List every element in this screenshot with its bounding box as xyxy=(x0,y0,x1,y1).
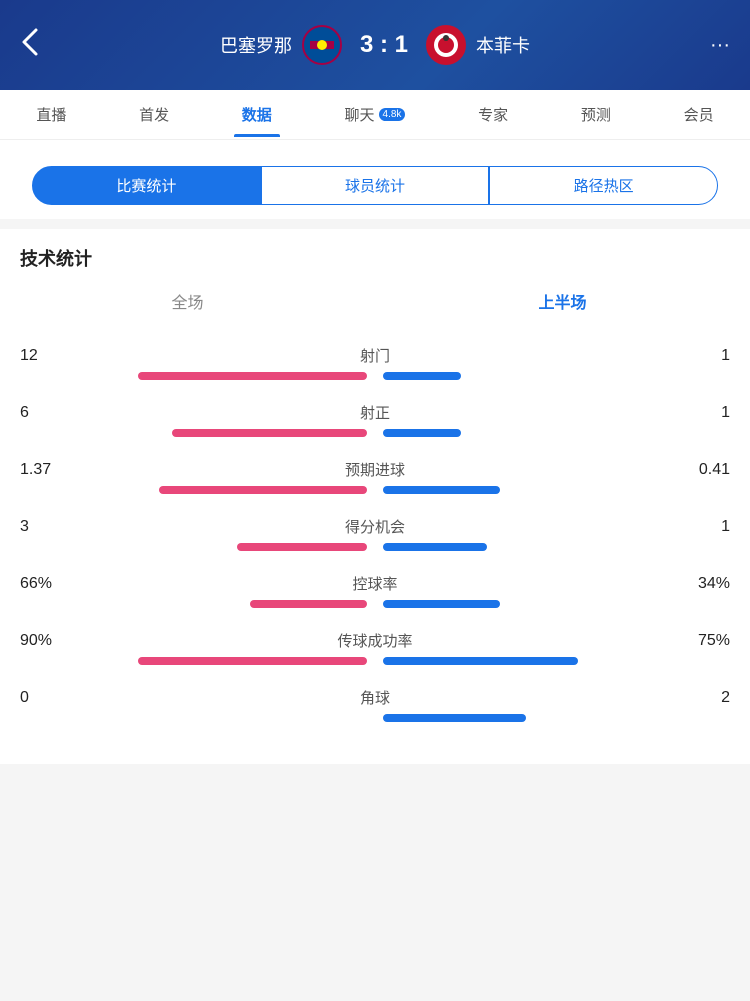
bar-right-container xyxy=(383,372,730,380)
stat-bars xyxy=(20,486,730,494)
match-header: 巴塞罗那 3 : 1 本菲卡 ··· xyxy=(0,0,750,90)
period-tab-first-half[interactable]: 上半场 xyxy=(375,279,750,323)
stat-left-value: 12 xyxy=(20,347,80,365)
bar-away xyxy=(383,714,526,722)
bar-left-container xyxy=(20,600,367,608)
stat-name: 射正 xyxy=(80,402,670,423)
stat-bars xyxy=(20,429,730,437)
stat-name: 射门 xyxy=(80,345,670,366)
stat-bars xyxy=(20,372,730,380)
away-team-logo xyxy=(426,25,466,65)
nav-tab-live[interactable]: 直播 xyxy=(28,92,74,137)
stat-name: 角球 xyxy=(80,687,670,708)
stat-name: 传球成功率 xyxy=(80,630,670,651)
stat-row: 3 得分机会 1 xyxy=(20,516,730,551)
stat-name: 得分机会 xyxy=(80,516,670,537)
stat-left-value: 1.37 xyxy=(20,461,80,479)
bar-left-container xyxy=(20,657,367,665)
bar-home xyxy=(138,657,367,665)
match-info: 巴塞罗那 3 : 1 本菲卡 xyxy=(60,25,690,65)
bar-left-container xyxy=(20,486,367,494)
match-score: 3 : 1 xyxy=(360,31,408,59)
stat-right-value: 75% xyxy=(670,632,730,650)
bar-right-container xyxy=(383,657,730,665)
bar-right-container xyxy=(383,486,730,494)
bar-away xyxy=(383,372,461,380)
stat-row: 90% 传球成功率 75% xyxy=(20,630,730,665)
stat-row: 0 角球 2 xyxy=(20,687,730,722)
bar-away xyxy=(383,543,487,551)
bar-home xyxy=(172,429,367,437)
stat-right-value: 1 xyxy=(670,518,730,536)
bar-home xyxy=(159,486,367,494)
stat-left-value: 90% xyxy=(20,632,80,650)
bar-left-container xyxy=(20,543,367,551)
sub-tab-heatmap[interactable]: 路径热区 xyxy=(489,166,718,205)
stat-row: 1.37 预期进球 0.41 xyxy=(20,459,730,494)
bar-right-container xyxy=(383,600,730,608)
bar-left-container xyxy=(20,714,367,722)
stat-row: 12 射门 1 xyxy=(20,345,730,380)
stat-left-value: 6 xyxy=(20,404,80,422)
stats-container: 12 射门 1 6 射正 1 xyxy=(0,335,750,764)
stat-right-value: 34% xyxy=(670,575,730,593)
nav-tab-predict[interactable]: 预测 xyxy=(573,92,619,137)
bar-home xyxy=(138,372,367,380)
stat-bars xyxy=(20,600,730,608)
stat-right-value: 1 xyxy=(670,404,730,422)
bar-away xyxy=(383,486,500,494)
bar-away xyxy=(383,657,578,665)
bar-home xyxy=(237,543,367,551)
bar-home xyxy=(250,600,367,608)
period-tab-full[interactable]: 全场 xyxy=(0,279,375,323)
nav-tab-chat[interactable]: 聊天 4.8k xyxy=(337,92,414,137)
nav-tabs: 直播 首发 数据 聊天 4.8k 专家 预测 会员 xyxy=(0,90,750,140)
stat-row: 6 射正 1 xyxy=(20,402,730,437)
stat-bars xyxy=(20,657,730,665)
back-button[interactable] xyxy=(20,26,60,65)
sub-tab-player-stats[interactable]: 球员统计 xyxy=(261,166,490,205)
bar-right-container xyxy=(383,714,730,722)
stat-left-value: 66% xyxy=(20,575,80,593)
stat-left-value: 3 xyxy=(20,518,80,536)
stat-row: 66% 控球率 34% xyxy=(20,573,730,608)
bar-away xyxy=(383,600,500,608)
section-title: 技术统计 xyxy=(0,229,750,279)
stat-right-value: 0.41 xyxy=(670,461,730,479)
stat-bars xyxy=(20,543,730,551)
bar-left-container xyxy=(20,372,367,380)
stat-right-value: 1 xyxy=(670,347,730,365)
bar-right-container xyxy=(383,543,730,551)
chat-badge: 4.8k xyxy=(379,108,406,121)
stat-bars xyxy=(20,714,730,722)
away-team-name: 本菲卡 xyxy=(476,32,530,58)
period-tabs: 全场 上半场 xyxy=(0,279,750,335)
nav-tab-member[interactable]: 会员 xyxy=(676,92,722,137)
bar-right-container xyxy=(383,429,730,437)
stat-name: 控球率 xyxy=(80,573,670,594)
sub-tab-match-stats[interactable]: 比赛统计 xyxy=(32,166,261,205)
bar-left-container xyxy=(20,429,367,437)
stat-name: 预期进球 xyxy=(80,459,670,480)
nav-tab-data[interactable]: 数据 xyxy=(234,92,280,137)
nav-tab-lineup[interactable]: 首发 xyxy=(131,92,177,137)
more-button[interactable]: ··· xyxy=(690,34,730,57)
stat-right-value: 2 xyxy=(670,689,730,707)
home-team-logo xyxy=(302,25,342,65)
sub-tabs-container: 比赛统计 球员统计 路径热区 xyxy=(0,140,750,219)
nav-tab-expert[interactable]: 专家 xyxy=(470,92,516,137)
bar-away xyxy=(383,429,461,437)
stat-left-value: 0 xyxy=(20,689,80,707)
home-team-name: 巴塞罗那 xyxy=(220,32,292,58)
sub-tabs: 比赛统计 球员统计 路径热区 xyxy=(16,152,734,219)
